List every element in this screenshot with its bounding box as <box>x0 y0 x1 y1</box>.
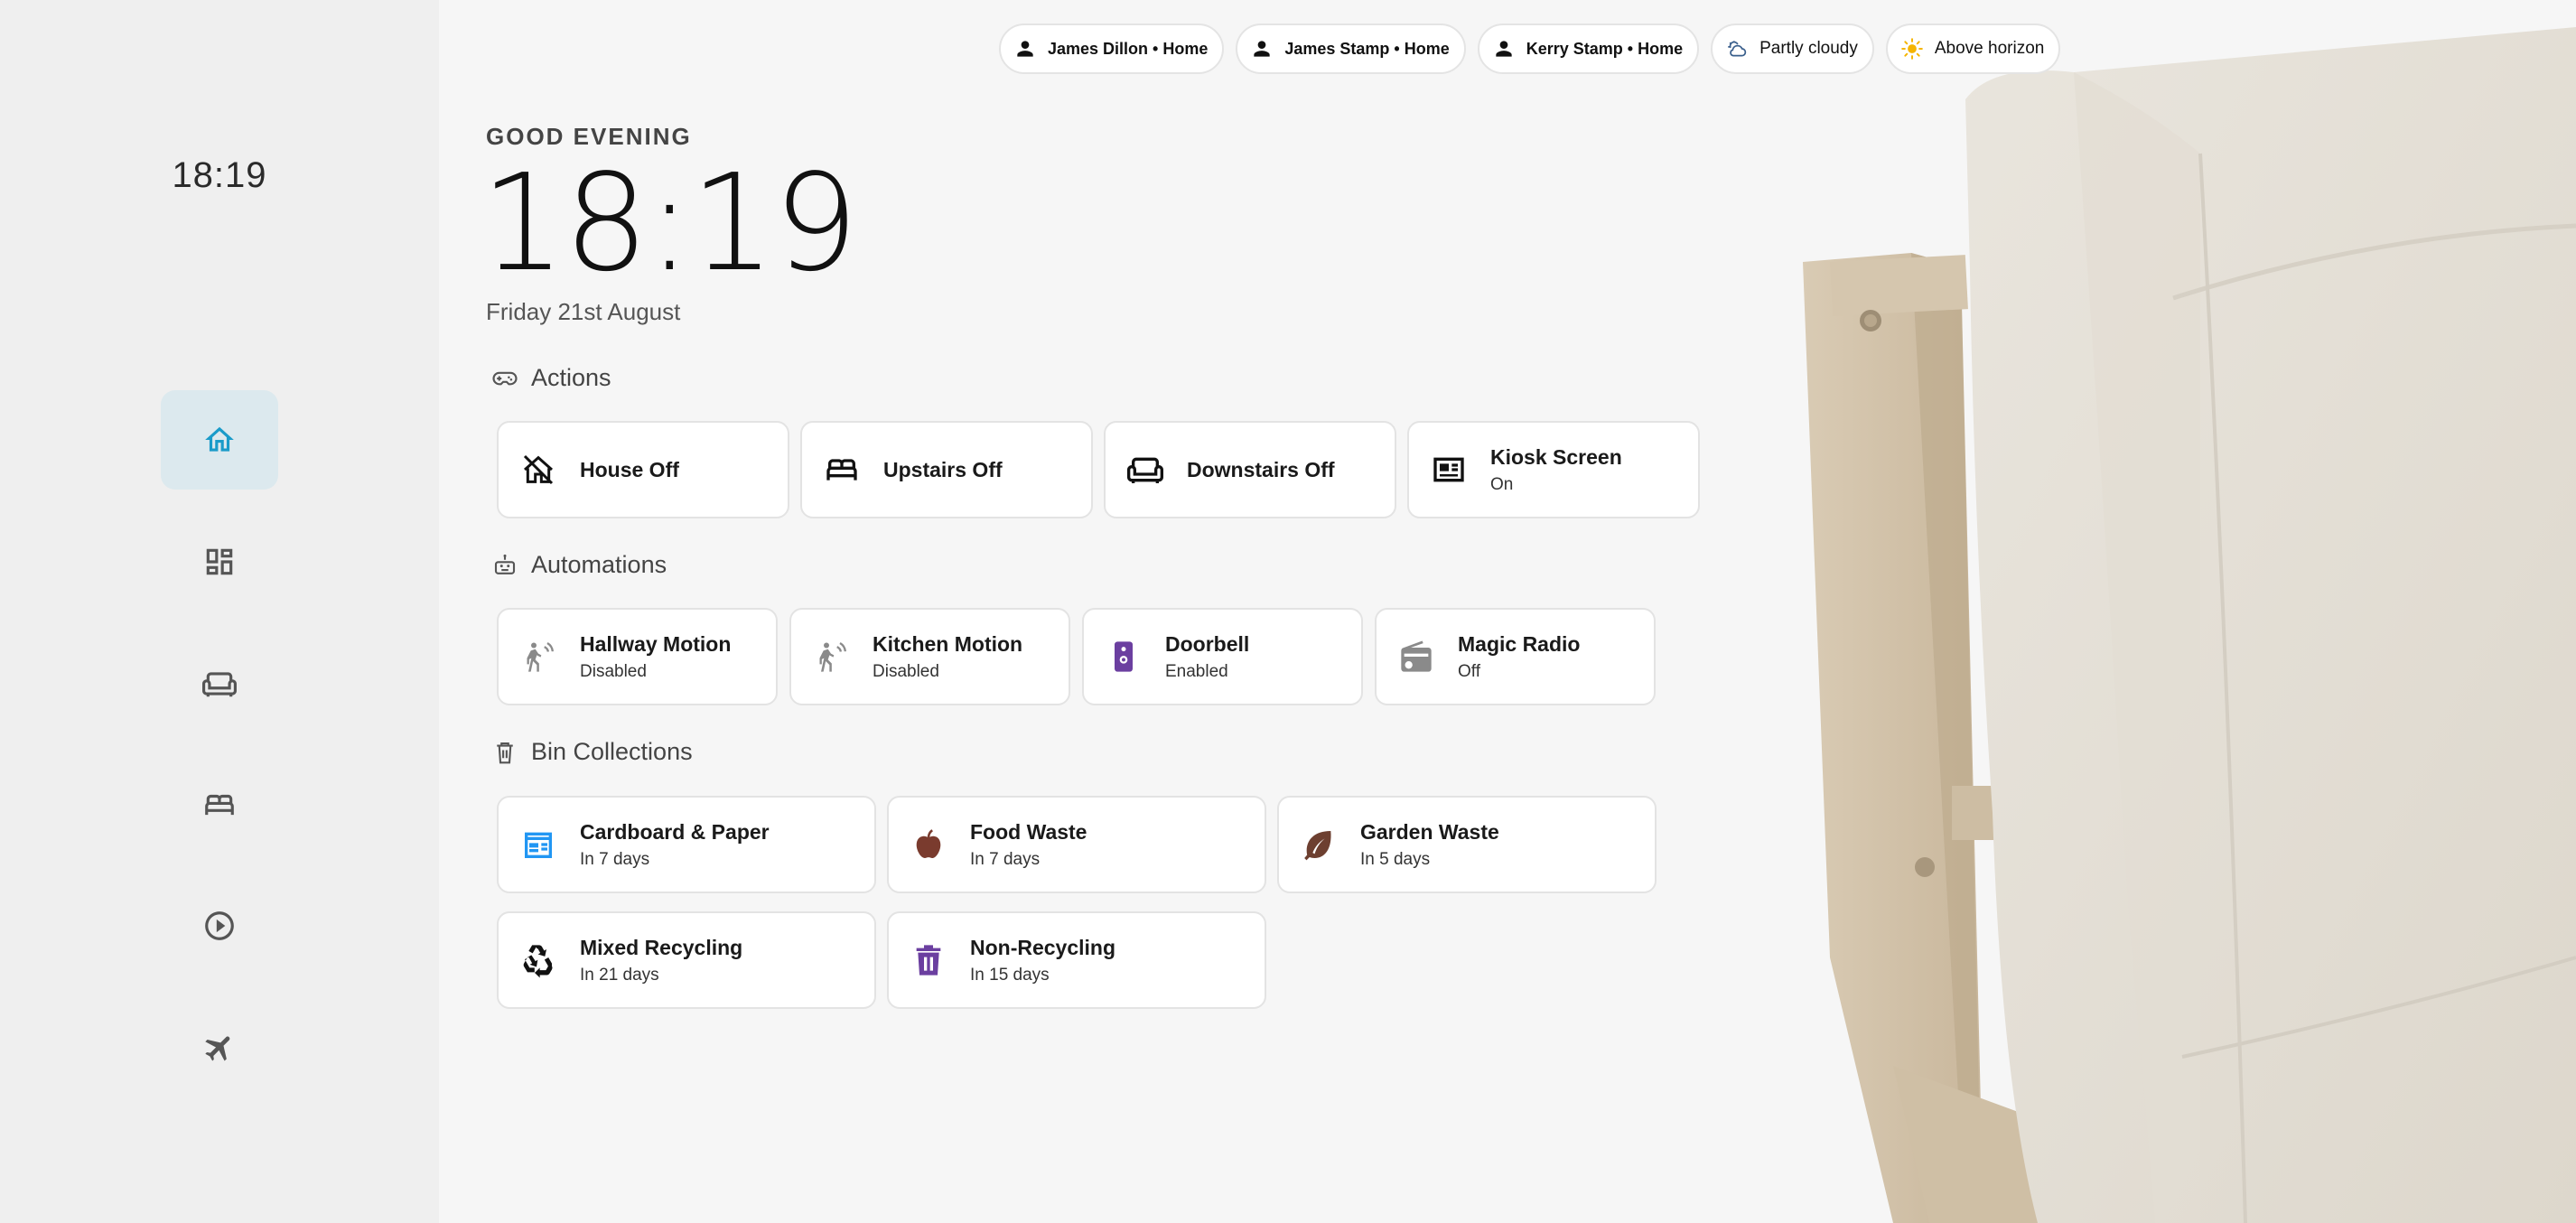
automation-card-hallway-motion[interactable]: Hallway Motion Disabled <box>497 608 778 705</box>
doorbell-icon <box>1115 641 1133 672</box>
chip-label: Kerry Stamp • Home <box>1526 39 1684 58</box>
automation-card-doorbell[interactable]: Doorbell Enabled <box>1082 608 1363 705</box>
card-state: In 15 days <box>970 965 1050 985</box>
chip-label: James Dillon • Home <box>1048 39 1209 58</box>
bin-card-garden-waste[interactable]: Garden Waste In 5 days <box>1277 796 1657 893</box>
nav-dashboard[interactable] <box>161 512 278 612</box>
action-card-kiosk-screen[interactable]: Kiosk Screen On <box>1407 421 1700 518</box>
sun-icon <box>1901 38 1923 60</box>
weather-label: Partly cloudy <box>1759 39 1858 58</box>
action-card-upstairs-off[interactable]: Upstairs Off <box>800 421 1093 518</box>
card-state: On <box>1490 474 1514 494</box>
home-off-icon <box>523 454 554 485</box>
header-chips: James Dillon • Home James Stamp • Home K… <box>999 23 2061 74</box>
card-name: Hallway Motion <box>580 631 732 656</box>
bin-card-non-recycling[interactable]: Non-Recycling In 15 days <box>887 911 1266 1009</box>
section-label: Automations <box>531 551 667 578</box>
sun-label: Above horizon <box>1934 39 2045 58</box>
radio-icon <box>1401 640 1432 672</box>
card-state: In 7 days <box>580 849 650 869</box>
calendar-icon <box>525 832 552 858</box>
date-label: Friday 21st August <box>486 298 681 325</box>
sofa-icon <box>1127 457 1163 483</box>
sidebar: 18:19 <box>0 0 439 1223</box>
person-icon <box>1496 41 1512 57</box>
bin-card-food-waste[interactable]: Food Waste In 7 days <box>887 796 1266 893</box>
section-title-automations: Automations <box>491 551 667 579</box>
play-circle-icon <box>205 911 234 940</box>
newspaper-icon <box>1433 457 1464 482</box>
card-name: Mixed Recycling <box>580 935 743 959</box>
card-name: Kiosk Screen <box>1490 444 1622 469</box>
bin-card-mixed-recycling[interactable]: Mixed Recycling In 21 days <box>497 911 876 1009</box>
card-name: Downstairs Off <box>1187 457 1335 481</box>
nav-media[interactable] <box>161 876 278 976</box>
automation-card-kitchen-motion[interactable]: Kitchen Motion Disabled <box>789 608 1070 705</box>
card-state: Disabled <box>873 661 939 681</box>
trash-can-icon <box>916 945 941 976</box>
sidebar-clock: 18:19 <box>172 155 267 195</box>
bed-icon <box>826 459 857 481</box>
big-clock: 18:19 <box>481 145 859 301</box>
nav-bedroom[interactable] <box>161 755 278 854</box>
airplane-icon <box>205 1036 230 1061</box>
card-name: Garden Waste <box>1360 819 1499 844</box>
card-name: Non-Recycling <box>970 935 1116 959</box>
card-name: Cardboard & Paper <box>580 819 770 844</box>
card-name: Magic Radio <box>1458 631 1581 656</box>
person-icon <box>1254 41 1271 57</box>
bin-card-cardboard-paper[interactable]: Cardboard & Paper In 7 days <box>497 796 876 893</box>
card-name: Upstairs Off <box>883 457 1003 481</box>
nav-travel[interactable] <box>161 998 278 1097</box>
main-panel: James Dillon • Home James Stamp • Home K… <box>439 0 2576 1223</box>
robot-icon <box>494 554 516 574</box>
trash-icon <box>497 742 513 763</box>
sofa-icon <box>202 672 237 697</box>
person-icon <box>1017 41 1033 57</box>
card-state: Disabled <box>580 661 647 681</box>
recycle-icon <box>523 945 553 978</box>
motion-sensor-icon <box>527 641 554 672</box>
card-state: In 21 days <box>580 965 659 985</box>
card-name: Food Waste <box>970 819 1087 844</box>
sun-chip[interactable]: Above horizon <box>1885 23 2061 74</box>
card-name: House Off <box>580 457 679 481</box>
automation-card-magic-radio[interactable]: Magic Radio Off <box>1375 608 1656 705</box>
nav-living-room[interactable] <box>161 634 278 733</box>
card-name: Kitchen Motion <box>873 631 1023 656</box>
action-card-downstairs-off[interactable]: Downstairs Off <box>1104 421 1396 518</box>
dashboard-icon <box>206 548 233 575</box>
card-state: In 5 days <box>1360 849 1431 869</box>
person-chip-james-dillon[interactable]: James Dillon • Home <box>999 23 1225 74</box>
card-name: Doorbell <box>1165 631 1250 656</box>
weather-chip[interactable]: Partly cloudy <box>1711 23 1874 74</box>
card-state: In 7 days <box>970 849 1041 869</box>
chip-label: James Stamp • Home <box>1284 39 1450 58</box>
partly-cloudy-icon <box>1728 41 1747 57</box>
motion-sensor-icon <box>819 641 846 672</box>
background-chair-image <box>1803 27 2576 1223</box>
bed-icon <box>205 794 234 816</box>
apple-icon <box>916 829 941 858</box>
nav-home[interactable] <box>161 390 278 490</box>
person-chip-kerry-stamp[interactable]: Kerry Stamp • Home <box>1477 23 1700 74</box>
section-label: Actions <box>531 364 611 391</box>
action-card-house-off[interactable]: House Off <box>497 421 789 518</box>
person-chip-james-stamp[interactable]: James Stamp • Home <box>1236 23 1466 74</box>
section-label: Bin Collections <box>531 738 693 765</box>
card-state: Enabled <box>1165 661 1228 681</box>
section-title-actions: Actions <box>491 364 611 392</box>
leaf-icon <box>1304 831 1331 861</box>
gamepad-icon <box>492 371 518 385</box>
home-icon <box>205 426 234 452</box>
section-title-bins: Bin Collections <box>491 738 693 766</box>
card-state: Off <box>1458 661 1480 681</box>
